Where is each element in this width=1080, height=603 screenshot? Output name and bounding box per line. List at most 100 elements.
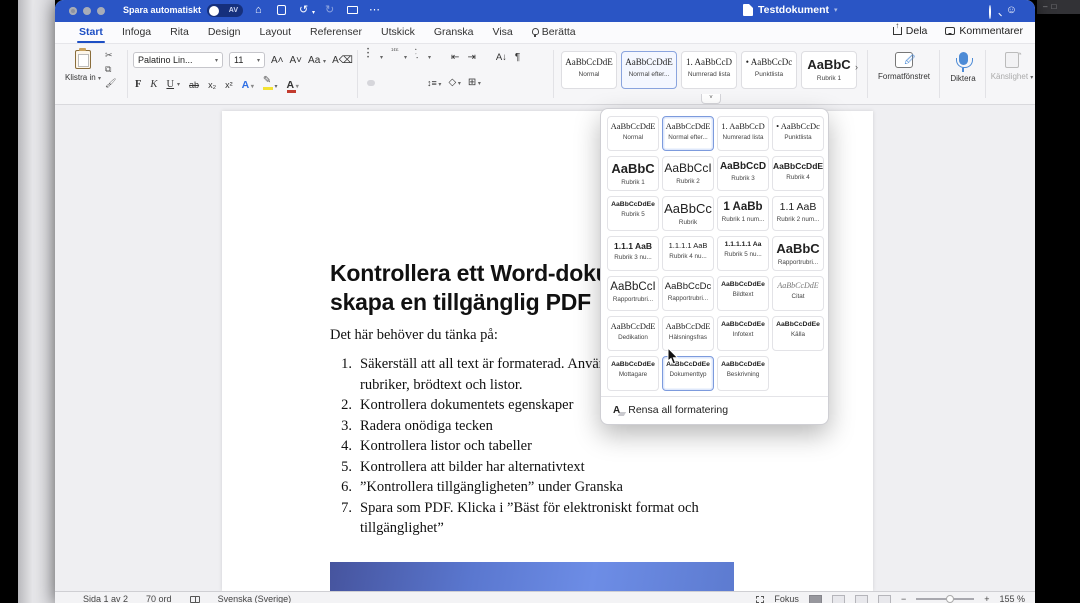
shading-button[interactable]: ◇ ▾ <box>448 77 460 88</box>
format-pane-button[interactable]: Formatfönstret <box>873 52 935 81</box>
style-panel-item[interactable]: AaBbC Rubrik 1 <box>607 156 659 191</box>
copy-icon[interactable]: ⧉ <box>105 64 116 75</box>
style-panel-item[interactable]: AaBbCcDdE Normal <box>607 116 659 151</box>
style-panel-item[interactable]: AaBbCc Rubrik <box>662 196 714 231</box>
focus-label[interactable]: Fokus <box>774 594 799 603</box>
underline-button[interactable]: U <box>166 79 174 90</box>
italic-button[interactable]: K <box>150 79 157 90</box>
font-color-button[interactable]: A ▾ <box>287 79 299 91</box>
style-panel-item[interactable]: 1. AaBbCcD Numrerad lista <box>717 116 769 151</box>
strikethrough-button[interactable]: ab <box>189 80 199 90</box>
undo-chevron-icon[interactable]: ▾ <box>312 6 315 21</box>
focus-icon[interactable] <box>756 596 764 603</box>
font-size-select[interactable]: 11▾ <box>229 52 265 68</box>
undo-icon[interactable]: ↺ <box>299 3 308 18</box>
align-right-button[interactable] <box>397 80 405 86</box>
clear-formatting-button[interactable]: A⌫ <box>332 55 353 66</box>
zoom-in-button[interactable]: + <box>984 594 989 603</box>
feedback-smiley-icon[interactable]: ☺ <box>1006 3 1017 18</box>
ribbon-tab[interactable]: Design <box>208 22 241 44</box>
text-effects-button[interactable]: A ▾ <box>242 79 254 91</box>
comments-button[interactable]: Kommentarer <box>945 25 1023 37</box>
document-title-chip[interactable]: Testdokument ▾ <box>743 4 838 16</box>
zoom-slider-knob[interactable] <box>946 595 954 603</box>
style-panel-item[interactable]: AaBbCcDdE Dedikation <box>607 316 659 351</box>
style-panel-item[interactable]: AaBbCcDdEe Bildtext <box>717 276 769 311</box>
numbered-list-button[interactable] <box>391 52 396 63</box>
bold-button[interactable]: F <box>135 79 141 90</box>
increase-indent-button[interactable]: ⇥ <box>467 52 475 63</box>
style-gallery-item[interactable]: AaBbC Rubrik 1 <box>801 51 857 89</box>
style-panel-item[interactable]: 1.1.1 AaB Rubrik 3 nu... <box>607 236 659 271</box>
ribbon-tab[interactable]: Referenser <box>310 22 362 44</box>
autosave-toggle[interactable]: AV <box>207 4 243 17</box>
search-icon[interactable] <box>989 5 991 20</box>
clear-all-formatting-item[interactable]: A Rensa all formatering <box>601 396 828 424</box>
proofing-icon[interactable] <box>190 596 200 603</box>
gallery-more-chevron-icon[interactable]: › <box>855 62 858 72</box>
ribbon-tab[interactable]: Visa <box>493 22 513 44</box>
style-gallery-item[interactable]: • AaBbCcDc Punktlista <box>741 51 797 89</box>
change-case-button[interactable]: Aa ▾ <box>308 55 326 66</box>
share-button[interactable]: Dela <box>893 25 928 37</box>
word-count[interactable]: 70 ord <box>146 594 172 603</box>
align-center-button[interactable] <box>382 80 390 86</box>
style-panel-item[interactable]: AaBbCcDc Rapportrubri... <box>662 276 714 311</box>
style-panel-item[interactable]: AaBbCcDdEe Mottagare <box>607 356 659 391</box>
gallery-open-button[interactable]: ˅ <box>701 94 721 104</box>
style-panel-item[interactable]: AaBbCcI Rubrik 2 <box>662 156 714 191</box>
print-icon[interactable] <box>347 6 358 14</box>
redo-icon[interactable]: ↻ <box>325 3 334 18</box>
ribbon-tab[interactable]: Granska <box>434 22 474 44</box>
view-mode-draft-button[interactable] <box>878 595 891 603</box>
zoom-window-button[interactable] <box>97 7 105 15</box>
style-panel-item[interactable]: AaBbCcDdEe Beskrivning <box>717 356 769 391</box>
cut-icon[interactable]: ✂ <box>105 50 116 61</box>
close-window-button[interactable] <box>69 7 77 15</box>
ribbon-tab[interactable]: Utskick <box>381 22 415 44</box>
paste-button[interactable]: Klistra in ▾ <box>63 50 103 82</box>
borders-button[interactable]: ⊞ ▾ <box>468 77 481 88</box>
style-panel-item[interactable]: AaBbCcDdEe Infotext <box>717 316 769 351</box>
ribbon-tab[interactable]: Layout <box>260 22 292 44</box>
subscript-button[interactable]: x₂ <box>208 80 216 90</box>
style-panel-item[interactable]: AaBbCcDdEe Rubrik 5 <box>607 196 659 231</box>
style-panel-item[interactable]: AaBbCcDdE Citat <box>772 276 824 311</box>
ribbon-tab[interactable]: Start <box>79 22 103 44</box>
style-panel-item[interactable]: AaBbCcDdE Normal efter... <box>662 116 714 151</box>
zoom-slider[interactable] <box>916 598 974 600</box>
sensitivity-button[interactable]: Känslighet ▾ <box>989 52 1035 81</box>
multilevel-list-button[interactable] <box>415 52 420 63</box>
language-indicator[interactable]: Svenska (Sverige) <box>218 594 292 603</box>
save-icon[interactable] <box>277 5 286 15</box>
pilcrow-button[interactable]: ¶ <box>515 52 520 63</box>
style-panel-item[interactable]: • AaBbCcDc Punktlista <box>772 116 824 151</box>
style-gallery-item[interactable]: AaBbCcDdE Normal <box>561 51 617 89</box>
style-panel-item[interactable]: AaBbC Rapportrubri... <box>772 236 824 271</box>
home-icon[interactable]: ⌂ <box>255 3 262 18</box>
ribbon-tab[interactable]: Rita <box>170 22 189 44</box>
style-panel-item[interactable]: 1.1.1.1.1 Aa Rubrik 5 nu... <box>717 236 769 271</box>
bullet-list-button[interactable] <box>367 52 372 63</box>
align-left-button[interactable] <box>367 80 375 86</box>
ribbon-tab[interactable]: Infoga <box>122 22 151 44</box>
format-painter-icon[interactable]: 🖌 <box>105 78 116 89</box>
grow-font-button[interactable]: A˄ <box>271 55 284 66</box>
font-name-select[interactable]: Palatino Lin...▾ <box>133 52 223 68</box>
superscript-button[interactable]: x² <box>225 80 233 90</box>
view-mode-print-button[interactable] <box>809 595 822 603</box>
style-panel-item[interactable]: AaBbCcD Rubrik 3 <box>717 156 769 191</box>
highlight-button[interactable]: ▾ <box>263 78 278 91</box>
zoom-out-button[interactable]: − <box>901 594 906 603</box>
style-panel-item[interactable]: AaBbCcDdEe Källa <box>772 316 824 351</box>
style-panel-item[interactable]: AaBbCcDdE Rubrik 4 <box>772 156 824 191</box>
decrease-indent-button[interactable]: ⇤ <box>451 52 459 63</box>
style-panel-item[interactable]: AaBbCcDdE Hälsningsfras <box>662 316 714 351</box>
style-gallery-item[interactable]: AaBbCcDdE Normal efter... <box>621 51 677 89</box>
more-commands-icon[interactable]: ⋯ <box>369 3 380 18</box>
view-mode-web-button[interactable] <box>832 595 845 603</box>
document-inline-image[interactable] <box>330 562 734 591</box>
style-panel-item[interactable]: AaBbCcI Rapportrubri... <box>607 276 659 311</box>
minimize-window-button[interactable] <box>83 7 91 15</box>
view-mode-outline-button[interactable] <box>855 595 868 603</box>
